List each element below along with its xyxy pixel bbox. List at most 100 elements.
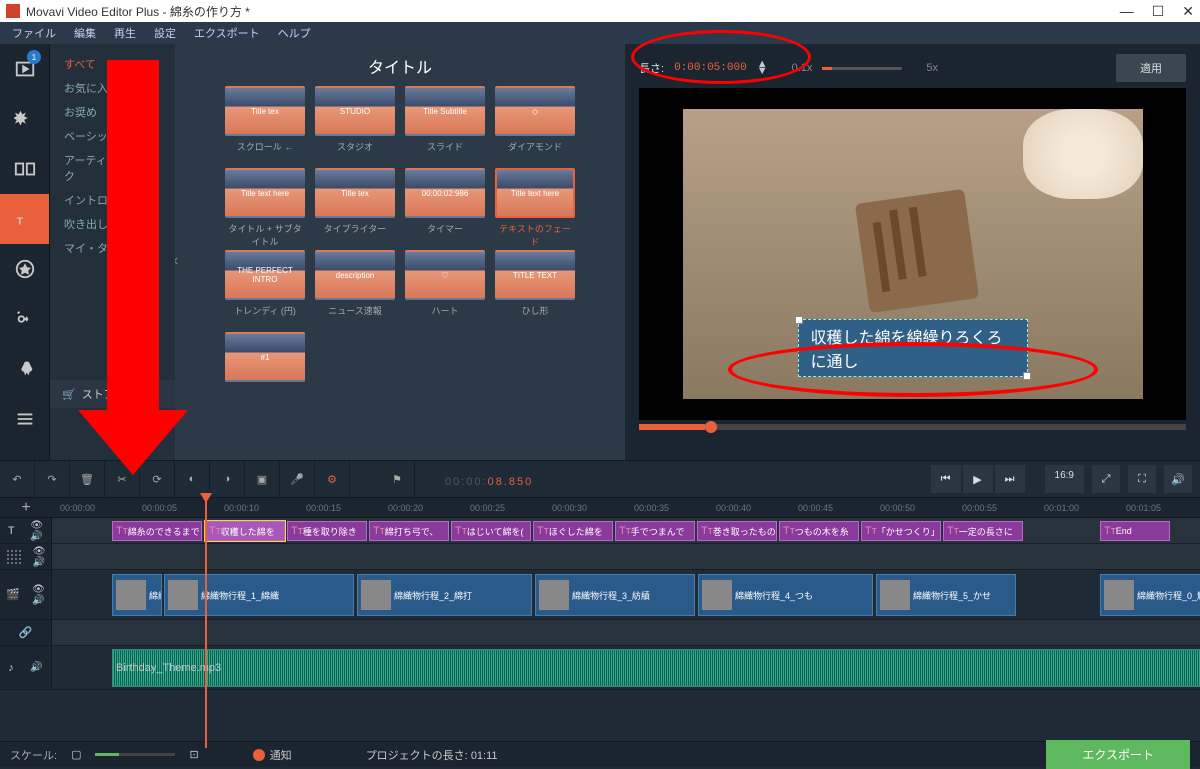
title-card[interactable]: Title texタイプライター (315, 168, 395, 242)
title-card[interactable]: 00:00:02:986タイマー (405, 168, 485, 242)
minimize-button[interactable]: — (1120, 3, 1134, 20)
svg-text:T: T (16, 217, 23, 228)
title-clip[interactable]: Tт 「かせつくり」を (861, 521, 941, 541)
title-card[interactable]: #1 (225, 332, 305, 406)
title-card[interactable]: STUDIOスタジオ (315, 86, 395, 160)
title-card[interactable]: THE PERFECT INTROトレンディ (円) (225, 250, 305, 324)
marker-button[interactable]: ⚑ (380, 461, 415, 497)
sidebar-media[interactable]: 1 (0, 44, 49, 94)
visibility-icon[interactable]: 🔊 (30, 662, 42, 673)
export-button[interactable]: エクスポート (1046, 740, 1190, 769)
title-card[interactable]: Title text hereテキストのフェード (495, 168, 575, 242)
zoom-slider[interactable] (95, 753, 175, 756)
audio-clip[interactable]: Birthday_Theme.mp3 (112, 649, 1200, 687)
video-clip[interactable]: 綿織物行程_5_かせ (876, 574, 1016, 616)
video-clip[interactable]: 綿織物行程_1_綿織 (164, 574, 354, 616)
transition-wiz-button[interactable]: ▣ (245, 461, 280, 497)
title-clip[interactable]: Tт 一定の長さに (943, 521, 1023, 541)
cat-rec[interactable]: お奨め (50, 100, 175, 124)
title-clip[interactable]: Tт End (1100, 521, 1170, 541)
sidebar-animation[interactable] (0, 344, 49, 394)
popout-icon[interactable]: ⤢ (1092, 465, 1120, 493)
title-clip[interactable]: Tт 手でつまんで (615, 521, 695, 541)
title-card[interactable]: TITLE TEXTひし形 (495, 250, 575, 324)
visibility-icon[interactable]: 👁🔊 (30, 520, 43, 542)
menu-edit[interactable]: 編集 (66, 23, 104, 43)
menu-help[interactable]: ヘルプ (270, 23, 319, 43)
title-card[interactable]: descriptionニュース速報 (315, 250, 395, 324)
timeline-ruler[interactable]: + 00:00:0000:00:0500:00:1000:00:1500:00:… (0, 498, 1200, 518)
title-clip[interactable]: Tт 収穫した綿を (205, 521, 285, 541)
add-track-button[interactable]: + (0, 498, 52, 518)
title-clip[interactable]: Tт 綿糸のできるまで (112, 521, 202, 541)
title-clip[interactable]: Tт ほぐした綿を (533, 521, 613, 541)
play-button[interactable]: ▶ (963, 465, 993, 493)
menu-settings[interactable]: 設定 (146, 23, 184, 43)
title-clip[interactable]: Tт つもの木を糸 (779, 521, 859, 541)
cat-speech[interactable]: 吹き出し (50, 212, 175, 236)
store-button[interactable]: 🛒 ストア (50, 380, 175, 408)
next-button[interactable]: ⏭ (995, 465, 1025, 493)
redo-button[interactable]: ↷ (35, 461, 70, 497)
duration-value[interactable]: 0:00:05:000 (674, 62, 747, 74)
video-clip[interactable]: 綿織物行程_4_つも (698, 574, 873, 616)
cut-button[interactable]: ✂ (105, 461, 140, 497)
speed-slider[interactable] (822, 67, 902, 70)
title-card[interactable]: Title texスクロール ← (225, 86, 305, 160)
rotate-button[interactable]: ⟳ (140, 461, 175, 497)
crop-button[interactable]: ◐ (175, 461, 210, 497)
chevron-left-icon[interactable]: ‹ (175, 252, 178, 270)
title-card[interactable]: Title Subtitleスライド (405, 86, 485, 160)
visibility-icon[interactable]: 👁🔊 (32, 584, 45, 606)
notification-button[interactable]: 通知 (253, 747, 292, 763)
video-clip[interactable]: 綿織物行程_3_紡績 (535, 574, 695, 616)
cat-fav[interactable]: お気に入り (50, 76, 175, 100)
clip-properties-button[interactable]: ⚙ (315, 461, 350, 497)
title-clip[interactable]: Tт 綿打ち弓で、 (369, 521, 449, 541)
menu-file[interactable]: ファイル (4, 23, 64, 43)
menu-export[interactable]: エクスポート (186, 23, 268, 43)
cat-all[interactable]: すべて (50, 52, 175, 76)
cat-my[interactable]: マイ・タイトル (50, 236, 175, 260)
color-button[interactable]: ◑ (210, 461, 245, 497)
video-clip[interactable]: 綿織物行程_0_解説(トヨタ産業 (1100, 574, 1200, 616)
title-clip[interactable]: Tт 巻き取ったもの (697, 521, 777, 541)
video-clip[interactable]: 綿織 (112, 574, 162, 616)
video-preview[interactable]: 収穫した綿を綿繰りろくろに通し (639, 88, 1186, 420)
sidebar-transitions[interactable] (0, 144, 49, 194)
cat-basic[interactable]: ベーシック (50, 124, 175, 148)
undo-button[interactable]: ↶ (0, 461, 35, 497)
sidebar-titles[interactable]: T (0, 194, 49, 244)
sidebar-more[interactable] (0, 394, 49, 444)
title-clip[interactable]: Tт 種を取り除き (287, 521, 367, 541)
delete-button[interactable]: 🗑 (70, 461, 105, 497)
apply-button[interactable]: 適用 (1116, 54, 1186, 82)
sidebar-stickers[interactable] (0, 244, 49, 294)
sidebar-callouts[interactable] (0, 294, 49, 344)
zoom-fit-icon[interactable]: ⊡ (189, 748, 198, 761)
prev-button[interactable]: ⏮ (931, 465, 961, 493)
title-card[interactable]: ♡ハート (405, 250, 485, 324)
close-button[interactable]: ✕ (1182, 3, 1194, 20)
audio-track: ♪🔊 Birthday_Theme.mp3 (0, 646, 1200, 690)
volume-icon[interactable]: 🔊 (1164, 465, 1192, 493)
duration-spinner[interactable]: ▲▼ (757, 61, 768, 75)
zoom-out-icon[interactable]: ▢ (71, 748, 81, 761)
title-card[interactable]: Title text hereタイトル + サブタイトル (225, 168, 305, 242)
cat-intro[interactable]: イントロ (50, 188, 175, 212)
fullscreen-icon[interactable]: ⛶ (1128, 465, 1156, 493)
menu-play[interactable]: 再生 (106, 23, 144, 43)
title-clip[interactable]: Tт はじいて綿を( (451, 521, 531, 541)
link-track: 🔗 (0, 620, 1200, 646)
sidebar-filters[interactable] (0, 94, 49, 144)
cat-art[interactable]: アーティスティック (50, 148, 175, 188)
seek-bar[interactable] (639, 424, 1186, 430)
video-clip[interactable]: 綿織物行程_2_綿打 (357, 574, 532, 616)
record-button[interactable]: 🎤 (280, 461, 315, 497)
title-card[interactable]: ◇ダイアモンド (495, 86, 575, 160)
playhead[interactable] (205, 498, 207, 748)
subtitle-overlay[interactable]: 収穫した綿を綿繰りろくろに通し (798, 319, 1028, 377)
visibility-icon[interactable]: 👁🔊 (33, 546, 46, 568)
maximize-button[interactable]: ☐ (1152, 3, 1165, 20)
aspect-button[interactable]: 16:9 (1045, 465, 1084, 493)
